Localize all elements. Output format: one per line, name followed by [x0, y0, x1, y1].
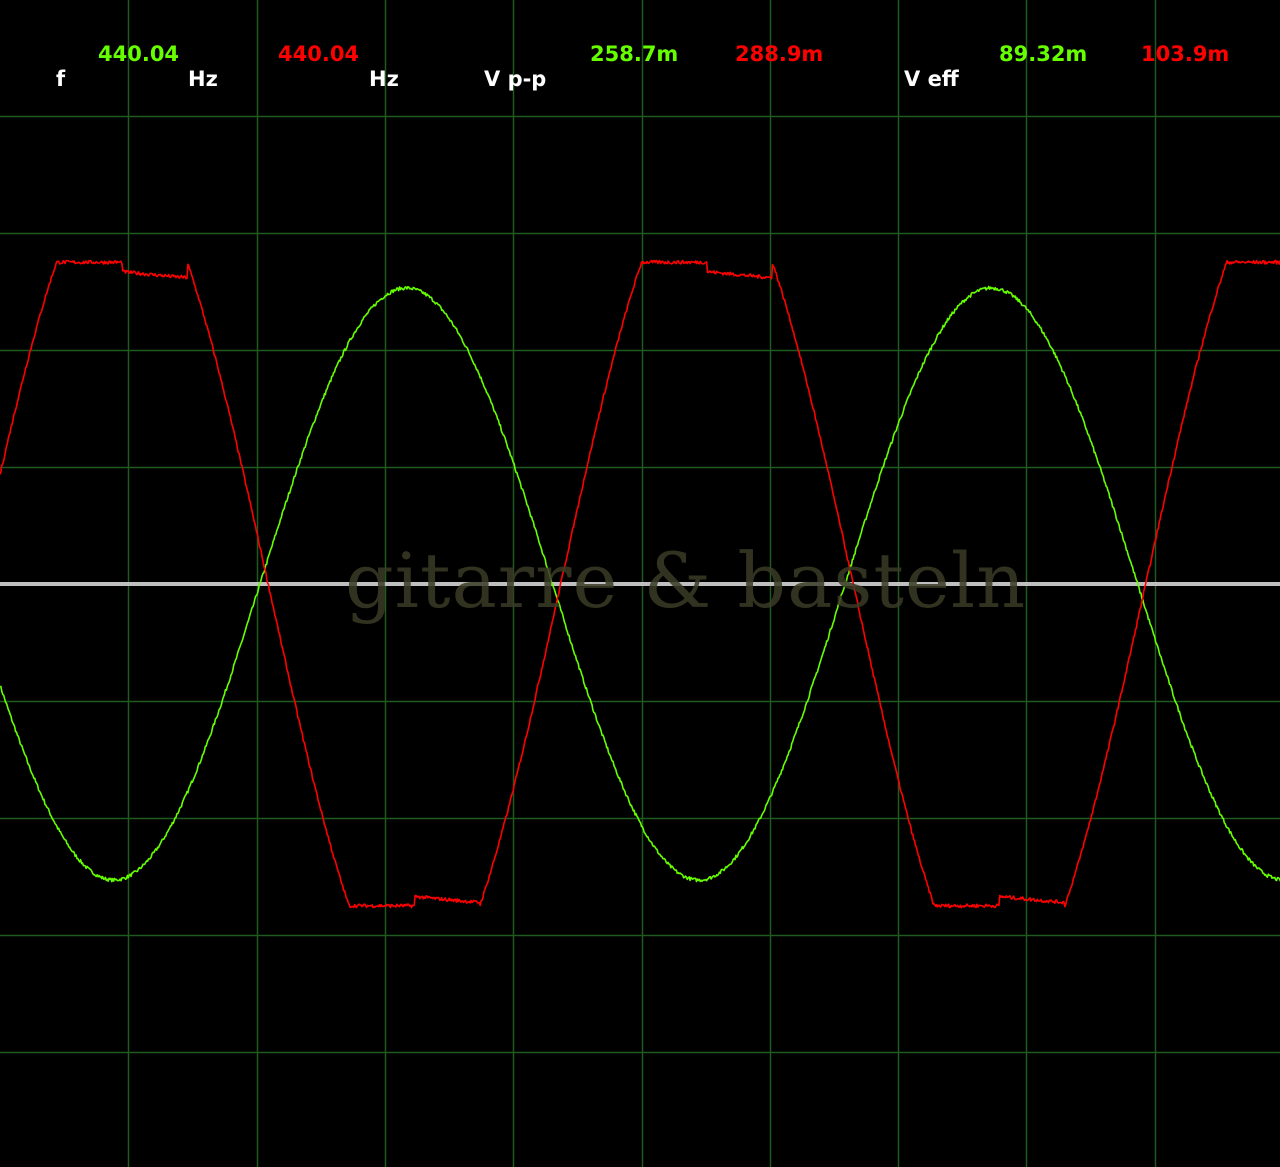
ch1-frequency-unit: Hz	[188, 67, 218, 91]
ch1-frequency-value: 440.04	[98, 42, 180, 66]
vpp-label: V p-p	[484, 67, 547, 91]
watermark-text: gitarre & basteln	[345, 536, 1027, 625]
ch2-vpp-value: 288.9m	[735, 42, 824, 66]
ch1-veff-value: 89.32m	[999, 42, 1088, 66]
ch2-frequency-unit: Hz	[369, 67, 399, 91]
ch2-veff-value: 103.9m	[1141, 42, 1230, 66]
veff-label: V eff	[904, 67, 959, 91]
frequency-label: f	[56, 67, 66, 91]
ch1-vpp-value: 258.7m	[590, 42, 679, 66]
ch2-frequency-value: 440.04	[278, 42, 360, 66]
